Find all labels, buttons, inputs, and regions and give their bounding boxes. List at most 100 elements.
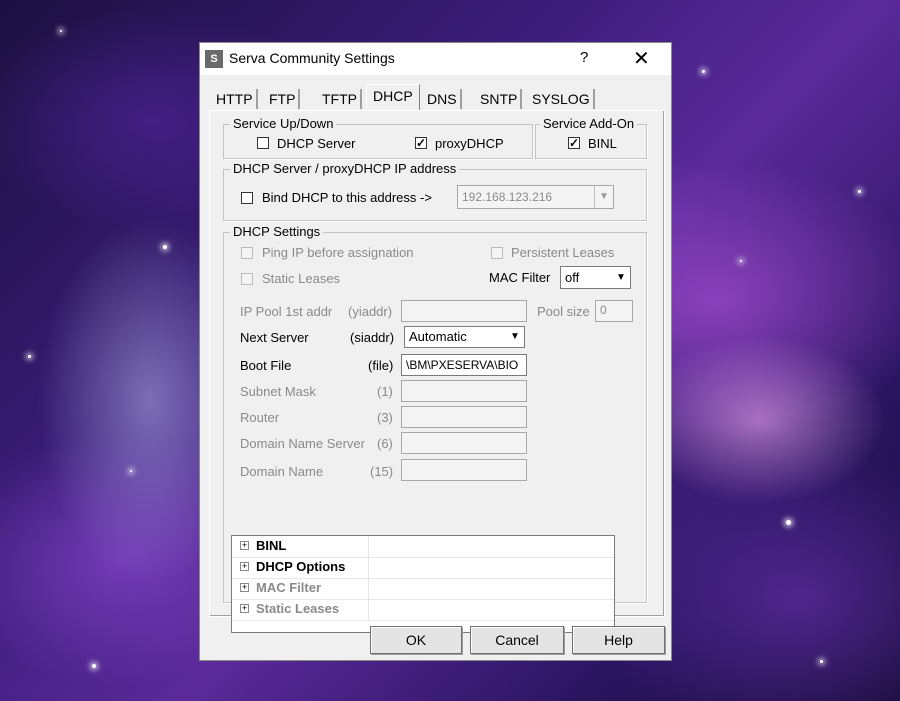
tree-item-label: MAC Filter <box>256 580 321 595</box>
chevron-down-icon[interactable]: ▼ <box>612 267 630 288</box>
expand-icon[interactable]: + <box>240 604 249 613</box>
tab-dhcp[interactable]: DHCP <box>366 84 420 111</box>
service-updown-group: Service Up/Down DHCP Server ✓ proxyDHCP <box>223 116 533 159</box>
group-title: Service Up/Down <box>230 116 337 132</box>
static-leases-checkbox[interactable] <box>241 273 253 285</box>
ip-address-group: DHCP Server / proxyDHCP IP address Bind … <box>223 161 647 221</box>
expand-icon[interactable]: + <box>240 562 249 571</box>
tab-http[interactable]: HTTP <box>216 89 258 109</box>
static-leases-label: Static Leases <box>262 271 341 286</box>
column-divider <box>368 578 369 599</box>
boot-file-input[interactable]: \BM\PXESERVA\BIO <box>401 354 527 376</box>
help-button[interactable]: Help <box>572 626 665 654</box>
mac-filter-select[interactable]: off ▼ <box>560 266 631 289</box>
domain-name-input[interactable] <box>401 459 527 481</box>
proxy-dhcp-checkbox[interactable]: ✓ <box>415 137 427 149</box>
ping-ip-label: Ping IP before assignation <box>262 245 414 260</box>
star <box>163 245 167 249</box>
next-server-label: Next Server <box>240 330 309 345</box>
next-server-code: (siaddr) <box>350 330 395 345</box>
chevron-down-icon[interactable]: ▼ <box>594 186 613 208</box>
tree-item-label: BINL <box>256 538 287 553</box>
proxy-dhcp-label: proxyDHCP <box>435 136 504 151</box>
settings-dialog: S Serva Community Settings ? ✕ HTTP FTP … <box>199 42 672 661</box>
tree-item-mac-filter[interactable]: + MAC Filter <box>232 578 614 600</box>
next-server-value: Automatic <box>409 329 467 344</box>
star <box>820 660 823 663</box>
star <box>28 355 31 358</box>
tab-strip: HTTP FTP TFTP DHCP DNS SNTP SYSLOG <box>200 75 671 111</box>
dns-label: Domain Name Server <box>240 436 365 451</box>
tree-item-label: DHCP Options <box>256 559 346 574</box>
dhcp-server-label: DHCP Server <box>277 136 356 151</box>
group-title: DHCP Server / proxyDHCP IP address <box>230 161 460 177</box>
star <box>702 70 705 73</box>
router-input[interactable] <box>401 406 527 428</box>
ip-address-value: 192.168.123.216 <box>462 190 553 204</box>
options-tree: + BINL + DHCP Options + MAC Filter + Sta… <box>231 535 615 633</box>
tree-item-label: Static Leases <box>256 601 340 616</box>
tab-dns[interactable]: DNS <box>427 89 462 109</box>
router-label: Router <box>240 410 280 425</box>
expand-icon[interactable]: + <box>240 583 249 592</box>
binl-checkbox[interactable]: ✓ <box>568 137 580 149</box>
ip-address-select[interactable]: 192.168.123.216 ▼ <box>457 185 614 209</box>
mac-filter-value: off <box>565 270 580 285</box>
dhcp-server-checkbox[interactable] <box>257 137 269 149</box>
service-addon-group: Service Add-On ✓ BINL <box>535 116 647 159</box>
bind-dhcp-label: Bind DHCP to this address -> <box>262 190 432 205</box>
subnet-mask-label: Subnet Mask <box>240 384 316 399</box>
next-server-select[interactable]: Automatic ▼ <box>404 326 525 348</box>
dhcp-panel: Service Up/Down DHCP Server ✓ proxyDHCP … <box>209 110 665 633</box>
app-icon: S <box>205 50 223 68</box>
router-code: (3) <box>377 410 393 425</box>
tab-tftp[interactable]: TFTP <box>322 89 362 109</box>
star <box>60 30 62 32</box>
tree-item-binl[interactable]: + BINL <box>232 536 614 558</box>
star <box>740 260 742 262</box>
mac-filter-label: MAC Filter <box>489 270 551 285</box>
boot-file-label: Boot File <box>240 358 292 373</box>
persistent-leases-checkbox[interactable] <box>491 247 503 259</box>
column-divider <box>368 599 369 620</box>
tab-syslog[interactable]: SYSLOG <box>532 89 595 109</box>
column-divider <box>368 557 369 578</box>
dns-input[interactable] <box>401 432 527 454</box>
bind-dhcp-checkbox[interactable] <box>241 192 253 204</box>
help-icon[interactable]: ? <box>580 49 588 66</box>
star <box>786 520 791 525</box>
tree-item-static-leases[interactable]: + Static Leases <box>232 599 614 621</box>
ip-pool-input[interactable] <box>401 300 527 322</box>
ok-button[interactable]: OK <box>370 626 462 654</box>
binl-label: BINL <box>588 136 617 151</box>
chevron-down-icon[interactable]: ▼ <box>506 327 524 347</box>
tab-sntp[interactable]: SNTP <box>480 89 523 109</box>
close-icon[interactable]: ✕ <box>633 46 650 71</box>
pool-size-input[interactable]: 0 <box>595 300 633 322</box>
pool-size-label: Pool size <box>537 304 590 319</box>
star <box>130 470 132 472</box>
subnet-mask-input[interactable] <box>401 380 527 402</box>
star <box>92 664 96 668</box>
subnet-mask-code: (1) <box>377 384 393 399</box>
persistent-leases-label: Persistent Leases <box>511 245 615 260</box>
title-bar[interactable]: S Serva Community Settings ? ✕ <box>200 43 671 75</box>
tree-item-dhcp-options[interactable]: + DHCP Options <box>232 557 614 579</box>
pool-size-value: 0 <box>600 303 607 317</box>
ping-ip-checkbox[interactable] <box>241 247 253 259</box>
domain-name-code: (15) <box>370 464 394 479</box>
group-title: Service Add-On <box>540 116 638 132</box>
star <box>858 190 861 193</box>
domain-name-label: Domain Name <box>240 464 324 479</box>
cancel-button[interactable]: Cancel <box>470 626 564 654</box>
dns-code: (6) <box>377 436 393 451</box>
window-title: Serva Community Settings <box>229 50 395 66</box>
column-divider <box>368 536 369 557</box>
group-title: DHCP Settings <box>230 224 324 240</box>
expand-icon[interactable]: + <box>240 541 249 550</box>
boot-file-code: (file) <box>368 358 394 373</box>
ip-pool-code: (yiaddr) <box>348 304 393 319</box>
ip-pool-label: IP Pool 1st addr <box>240 304 333 319</box>
boot-file-value: \BM\PXESERVA\BIO <box>406 358 519 372</box>
tab-ftp[interactable]: FTP <box>269 89 301 109</box>
